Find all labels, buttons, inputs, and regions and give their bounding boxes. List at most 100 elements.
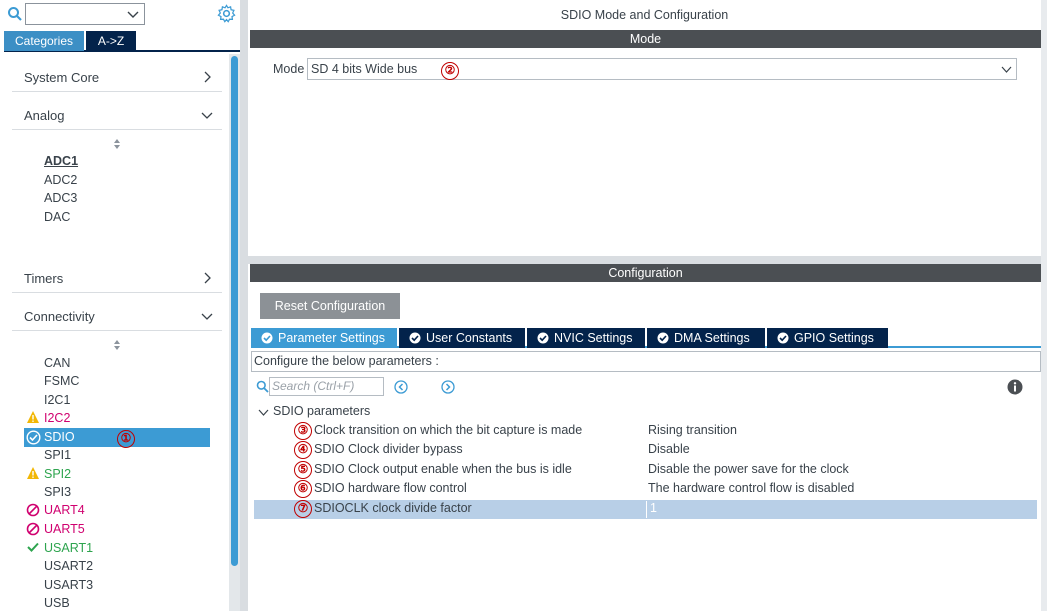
mode-label: Mode	[273, 62, 305, 76]
parameter-name: SDIOCLK clock divide factor	[314, 501, 472, 515]
check-circle-icon	[657, 332, 669, 344]
chevron-down-icon	[201, 112, 213, 119]
parameter-search-input[interactable]: Search (Ctrl+F)	[269, 377, 384, 396]
list-item-i2c1[interactable]: I2C1	[44, 391, 70, 409]
group-analog[interactable]: Analog	[12, 100, 222, 130]
chevron-down-icon[interactable]	[126, 7, 140, 21]
scrollbar-thumb[interactable]	[231, 56, 238, 566]
group-connectivity[interactable]: Connectivity	[12, 301, 222, 331]
list-item-usart3[interactable]: USART3	[44, 576, 93, 594]
parameter-value[interactable]: The hardware control flow is disabled	[648, 481, 854, 495]
parameter-group-sdio[interactable]: SDIO parameters	[258, 404, 370, 418]
reset-configuration-button[interactable]: Reset Configuration	[260, 293, 400, 319]
section-splitter[interactable]	[248, 256, 1047, 264]
list-item-usart1[interactable]: USART1	[44, 539, 93, 557]
tab-nvic-settings[interactable]: NVIC Settings	[527, 328, 645, 348]
tab-a-z[interactable]: A->Z	[86, 31, 136, 51]
parameter-name: Clock transition on which the bit captur…	[314, 423, 583, 437]
list-item-usart2[interactable]: USART2	[44, 557, 93, 575]
next-icon[interactable]	[441, 380, 455, 394]
group-system-core[interactable]: System Core	[12, 62, 222, 92]
tab-label: GPIO Settings	[794, 331, 874, 345]
warning-icon	[27, 467, 39, 479]
check-icon	[27, 542, 39, 552]
right-edge-border	[1041, 0, 1047, 611]
page-title: SDIO Mode and Configuration	[560, 8, 729, 22]
gear-icon[interactable]	[217, 4, 236, 23]
list-item-uart4[interactable]: UART4	[44, 501, 85, 519]
group-label: Connectivity	[24, 309, 95, 324]
parameter-row[interactable]: SDIO Clock divider bypass Disable	[254, 441, 1037, 460]
list-item-usb[interactable]: USB	[44, 594, 70, 611]
category-tabs: Categories A->Z	[4, 31, 240, 52]
list-item-dac[interactable]: DAC	[44, 208, 70, 226]
parameter-group-label: SDIO parameters	[273, 404, 371, 418]
annotation-marker: ③	[294, 422, 312, 440]
sort-icon[interactable]	[112, 138, 122, 150]
annotation-marker: ②	[441, 62, 459, 80]
annotation-marker: ⑥	[294, 480, 312, 498]
tab-parameter-settings[interactable]: Parameter Settings	[251, 328, 397, 348]
mode-select[interactable]: SD 4 bits Wide bus	[307, 58, 1017, 80]
list-item-spi2[interactable]: SPI2	[44, 465, 71, 483]
parameter-value[interactable]: Disable the power save for the clock	[648, 462, 849, 476]
list-item-fsmc[interactable]: FSMC	[44, 372, 79, 390]
category-list: System Core Analog ADC1 ADC2 ADC3 DAC Ti…	[0, 54, 228, 611]
parameter-value[interactable]: Disable	[648, 442, 690, 456]
annotation-marker: ④	[294, 441, 312, 459]
list-item-spi3[interactable]: SPI3	[44, 483, 71, 501]
group-label: Analog	[24, 108, 65, 123]
parameter-name: SDIO Clock divider bypass	[314, 442, 463, 456]
parameter-value-field[interactable]	[646, 501, 1037, 518]
annotation-marker: ①	[117, 430, 135, 448]
tab-user-constants[interactable]: User Constants	[399, 328, 525, 348]
parameter-name: SDIO Clock output enable when the bus is…	[314, 462, 572, 476]
info-icon[interactable]	[1007, 379, 1023, 395]
chevron-down-icon	[201, 313, 213, 320]
settings-tabs: Parameter Settings User Constants NVIC S…	[251, 328, 1041, 348]
configuration-header: Configuration	[250, 264, 1041, 282]
mode-header: Mode	[250, 30, 1041, 48]
tab-label: NVIC Settings	[554, 331, 633, 345]
group-label: System Core	[24, 70, 100, 85]
tab-categories[interactable]: Categories	[4, 31, 84, 51]
chevron-down-icon	[258, 409, 269, 416]
group-timers[interactable]: Timers	[12, 263, 222, 293]
tab-gpio-settings[interactable]: GPIO Settings	[767, 328, 888, 348]
parameter-value[interactable]: Rising transition	[648, 423, 737, 437]
previous-icon[interactable]	[394, 380, 408, 394]
left-panel: Categories A->Z System Core Analog ADC1 …	[0, 0, 240, 611]
list-item-can[interactable]: CAN	[44, 354, 70, 372]
tab-label: DMA Settings	[674, 331, 750, 345]
chevron-right-icon	[204, 272, 211, 284]
tab-label: Parameter Settings	[278, 331, 385, 345]
parameter-value[interactable]: 1	[650, 501, 657, 515]
search-icon[interactable]	[7, 6, 23, 22]
parameter-row[interactable]: Clock transition on which the bit captur…	[254, 422, 1037, 441]
sort-icon[interactable]	[112, 339, 122, 351]
parameter-row[interactable]: SDIO Clock output enable when the bus is…	[254, 461, 1037, 480]
list-item-adc1[interactable]: ADC1	[44, 152, 78, 170]
check-circle-icon	[537, 332, 549, 344]
chevron-down-icon[interactable]	[1000, 63, 1013, 76]
parameter-row[interactable]: SDIO hardware flow control The hardware …	[254, 480, 1037, 499]
tab-label: User Constants	[426, 331, 513, 345]
warning-icon	[27, 411, 39, 423]
right-panel: SDIO Mode and Configuration Mode Mode SD…	[248, 0, 1047, 611]
list-item-spi1[interactable]: SPI1	[44, 446, 71, 464]
list-item-i2c2[interactable]: I2C2	[44, 409, 70, 427]
check-circle-icon	[777, 332, 789, 344]
panel-divider[interactable]	[240, 0, 248, 611]
annotation-marker: ⑦	[294, 500, 312, 518]
blocked-icon	[26, 522, 40, 536]
parameter-row-selected[interactable]: SDIOCLK clock divide factor 1	[254, 500, 1037, 519]
list-item-adc3[interactable]: ADC3	[44, 189, 77, 207]
configure-description: Configure the below parameters :	[251, 351, 1041, 372]
tab-dma-settings[interactable]: DMA Settings	[647, 328, 765, 348]
parameter-name: SDIO hardware flow control	[314, 481, 467, 495]
list-item-uart5[interactable]: UART5	[44, 520, 85, 538]
chevron-right-icon	[204, 71, 211, 83]
group-label: Timers	[24, 271, 64, 286]
list-item-adc2[interactable]: ADC2	[44, 171, 77, 189]
search-combo[interactable]	[25, 3, 145, 25]
